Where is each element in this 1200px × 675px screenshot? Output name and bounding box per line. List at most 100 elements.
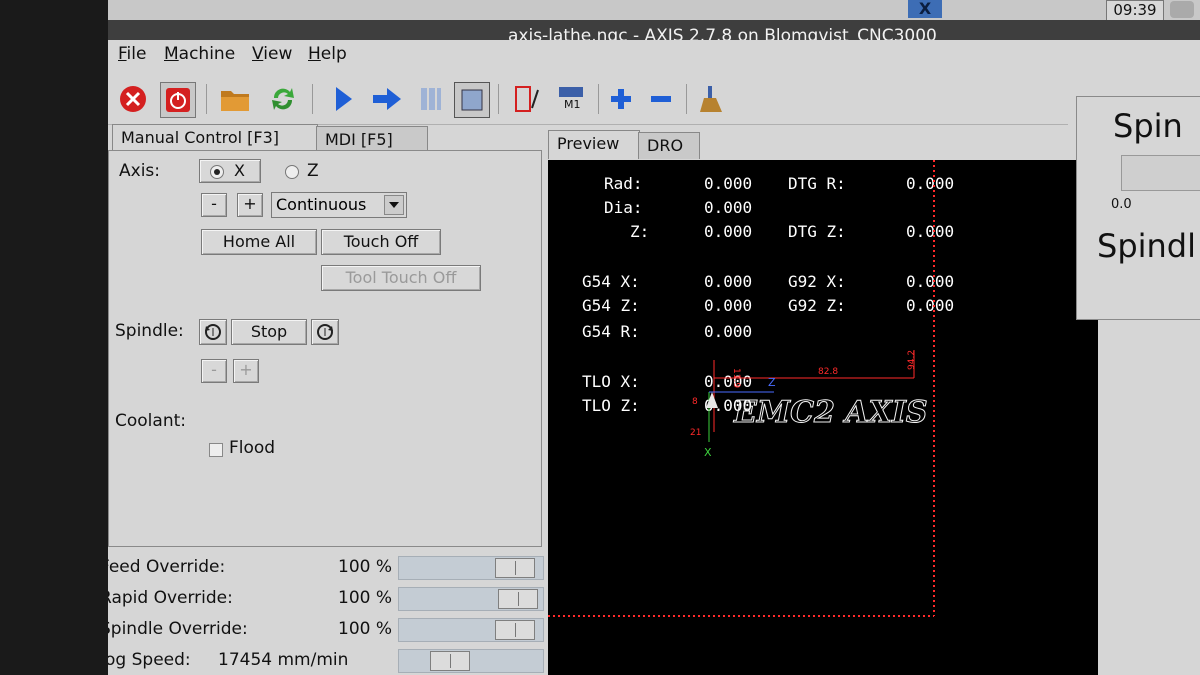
tab-manual-control[interactable]: Manual Control [F3] (112, 124, 318, 153)
clear-plot-button[interactable] (696, 82, 730, 116)
taskbar: X 09:39 (108, 0, 1200, 21)
run-button[interactable] (326, 82, 360, 116)
spindle-panel-title: Spin (1113, 107, 1183, 145)
tab-mdi[interactable]: MDI [F5] (316, 126, 428, 153)
rapid-override-slider[interactable] (398, 587, 544, 611)
chevron-down-icon (384, 195, 404, 215)
spindle-speed-panel: Spin 0.0 Spindl (1076, 96, 1200, 320)
stop-button[interactable] (454, 82, 490, 118)
spindle-speed-bar (1121, 155, 1200, 191)
axis-label: Axis: (119, 161, 160, 181)
tray-icon[interactable] (1170, 1, 1194, 18)
feed-override-value: 100 % (338, 557, 393, 577)
zoom-out-button[interactable] (644, 82, 678, 116)
coolant-label: Coolant: (115, 411, 186, 431)
spindle-stop-button[interactable]: Stop (231, 319, 307, 345)
emc2-axis-logo: EMC2 AXIS (733, 395, 928, 430)
feed-override-label: Feed Override: (108, 557, 226, 577)
folder-icon (221, 91, 249, 111)
taskbar-x-icon[interactable]: X (908, 0, 942, 18)
touch-off-button[interactable]: Touch Off (321, 229, 441, 255)
small-dimension-label-2: 21 (690, 428, 701, 438)
axis-z-radio[interactable] (285, 165, 299, 179)
rapid-override-label: Rapid Override: (108, 588, 233, 608)
power-icon (166, 88, 190, 112)
tab-dro[interactable]: DRO (638, 132, 700, 159)
estop-icon (120, 86, 146, 112)
tab-preview[interactable]: Preview (548, 130, 640, 159)
small-dimension-label-1: 8 (692, 397, 698, 407)
home-all-button[interactable]: Home All (201, 229, 317, 255)
power-button[interactable] (160, 82, 196, 118)
pause-icon (421, 88, 441, 110)
jog-mode-dropdown[interactable]: Continuous (271, 192, 407, 218)
axis-x-radio[interactable] (210, 165, 224, 179)
jog-speed-slider[interactable] (398, 649, 544, 673)
menu-help[interactable]: Help (308, 44, 347, 64)
spindle-ccw-icon (205, 324, 221, 340)
menu-file[interactable]: File (118, 44, 146, 64)
spindle-slower-button[interactable]: - (201, 359, 227, 383)
jog-mode-value: Continuous (276, 195, 367, 214)
tool-touch-off-button[interactable]: Tool Touch Off (321, 265, 481, 291)
spindle-override-row: Spindle Override: 100 % (108, 616, 544, 644)
optional-stop-button[interactable]: M1 (554, 82, 588, 116)
step-arrow-icon (373, 88, 401, 110)
spindle-speed-value: 0.0 (1111, 197, 1132, 212)
estop-button[interactable] (116, 82, 150, 116)
menu-view[interactable]: View (252, 44, 292, 64)
jog-plus-button[interactable]: + (237, 193, 263, 217)
spindle-override-value: 100 % (338, 619, 393, 639)
x-axis-label: X (704, 446, 712, 459)
spindle-override-slider[interactable] (398, 618, 544, 642)
menu-machine[interactable]: Machine (164, 44, 235, 64)
pause-button[interactable] (414, 82, 448, 116)
spindle-faster-button[interactable]: + (233, 359, 259, 383)
zoom-in-button[interactable] (604, 82, 638, 116)
optional-stop-icon: M1 (559, 87, 583, 111)
right-dimension-label: 94.2 (907, 350, 917, 370)
reload-button[interactable] (266, 82, 300, 116)
plus-icon (611, 89, 631, 109)
jog-speed-label: Jog Speed: (108, 650, 191, 670)
spindle-label: Spindle: (115, 321, 184, 341)
z-axis-label: Z (768, 376, 776, 389)
flood-label: Flood (229, 438, 276, 458)
brush-icon (700, 86, 722, 112)
play-icon (336, 87, 352, 111)
rapid-override-value: 100 % (338, 588, 393, 608)
feed-override-slider[interactable] (398, 556, 544, 580)
axis-x-label: X (234, 161, 245, 180)
toolbar: M1 (108, 74, 1068, 125)
rapid-override-handle[interactable] (498, 589, 538, 609)
flood-checkbox[interactable] (209, 443, 223, 457)
menu-bar: File Machine View Help (108, 40, 1200, 72)
jog-speed-handle[interactable] (430, 651, 470, 671)
block-delete-icon (515, 86, 539, 112)
svg-text:M1: M1 (564, 98, 581, 111)
manual-control-panel: Axis: X Z - + Continuous Home All Touch … (108, 150, 542, 547)
open-file-button[interactable] (218, 82, 252, 116)
jog-minus-button[interactable]: - (201, 193, 227, 217)
step-button[interactable] (370, 82, 404, 116)
rapid-override-row: Rapid Override: 100 % (108, 585, 544, 613)
spindle-override-handle[interactable] (495, 620, 535, 640)
feed-override-handle[interactable] (495, 558, 535, 578)
feed-override-row: Feed Override: 100 % (108, 554, 544, 582)
tool-icon (706, 392, 718, 408)
left-dimension-label: 11.9 (731, 368, 741, 388)
minus-icon (651, 96, 671, 102)
toolpath-preview[interactable]: Rad: 0.000 DTG R: 0.000 Dia: 0.000 Z: 0.000 DTG … (548, 160, 1098, 675)
jog-speed-value: 17454 mm/min (218, 650, 349, 670)
spindle-cw-icon (317, 324, 333, 340)
spindle-reverse-button[interactable] (199, 319, 227, 345)
reload-icon (272, 88, 294, 110)
axis-z-label: Z (307, 161, 319, 181)
desktop-screen: X 09:39 axis-lathe.ngc - AXIS 2.7.8 on B… (108, 0, 1200, 675)
axis-x-radio-button[interactable]: X (199, 159, 261, 183)
spindle-forward-button[interactable] (311, 319, 339, 345)
stop-icon (461, 89, 483, 111)
block-delete-button[interactable] (510, 82, 544, 116)
spindle-override-label: Spindle Override: (108, 619, 248, 639)
jog-speed-row: Jog Speed: 17454 mm/min (108, 647, 544, 675)
